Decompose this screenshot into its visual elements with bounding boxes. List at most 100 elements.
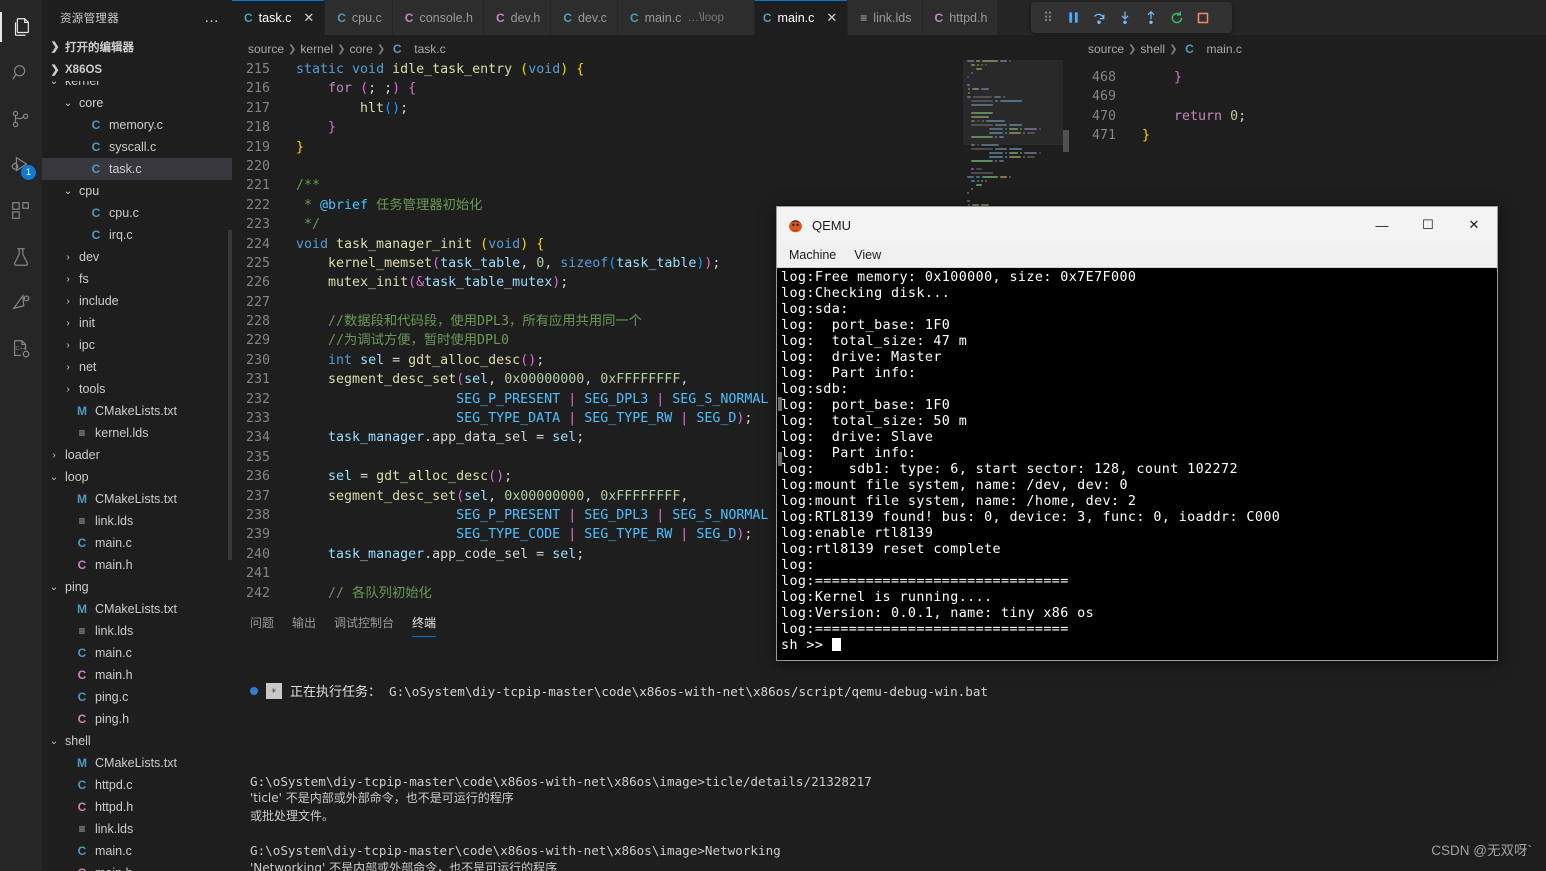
tree-item-dev[interactable]: › dev <box>42 246 232 268</box>
breadcrumb-segment[interactable]: shell <box>1140 42 1165 56</box>
qemu-menu-view[interactable]: View <box>854 248 881 262</box>
tree-item-init[interactable]: › init <box>42 312 232 334</box>
tree-item-loader[interactable]: › loader <box>42 444 232 466</box>
editor-tab-task-c[interactable]: Ctask.c ✕ <box>232 0 326 35</box>
editor-tab-console-h[interactable]: Cconsole.h <box>392 0 484 35</box>
tree-item-ipc[interactable]: › ipc <box>42 334 232 356</box>
terminal-output[interactable]: ✳ 正在执行任务： G:\oSystem\diy-tcpip-master\co… <box>232 640 1546 871</box>
tree-item-main-c[interactable]: Cmain.c <box>42 642 232 664</box>
tree-item-include[interactable]: › include <box>42 290 232 312</box>
qemu-console-screen[interactable]: log:Free memory: 0x100000, size: 0x7E7F0… <box>777 268 1497 659</box>
minimap-token <box>995 160 998 162</box>
maximize-button[interactable]: ☐ <box>1405 207 1451 243</box>
panel-tab-问题[interactable]: 问题 <box>250 605 274 640</box>
tree-item-memory-c[interactable]: Cmemory.c <box>42 114 232 136</box>
minimap-slider[interactable] <box>963 60 1063 145</box>
pause-button[interactable] <box>1061 6 1085 30</box>
stop-button[interactable] <box>1191 6 1215 30</box>
tree-item-ping-h[interactable]: Cping.h <box>42 708 232 730</box>
restart-button[interactable] <box>1165 6 1189 30</box>
tree-item-tools[interactable]: › tools <box>42 378 232 400</box>
activity-item-search[interactable] <box>0 50 42 96</box>
breadcrumb-segment[interactable]: task.c <box>414 42 445 56</box>
editor-tab-dev-h[interactable]: Cdev.h <box>483 0 552 35</box>
tree-item-ping-c[interactable]: Cping.c <box>42 686 232 708</box>
tree-item-loop[interactable]: ⌄ loop <box>42 466 232 488</box>
qemu-menu-machine[interactable]: Machine <box>789 248 836 262</box>
sidebar-section-open-editors[interactable]: ❯ 打开的编辑器 <box>42 35 232 58</box>
code-token: for <box>328 81 361 97</box>
code-token: { <box>408 81 417 97</box>
activity-item-extensions[interactable] <box>0 188 42 234</box>
breadcrumb-segment[interactable]: source <box>1088 42 1124 56</box>
tree-item-cmakelists-txt[interactable]: M CMakeLists.txt <box>42 598 232 620</box>
qemu-titlebar[interactable]: QEMU — ☐ ✕ <box>777 207 1497 243</box>
qemu-window[interactable]: QEMU — ☐ ✕ Machine View log:Free memory: … <box>776 206 1498 661</box>
code-token: , <box>488 488 505 504</box>
step-out-button[interactable] <box>1139 6 1163 30</box>
panel-tab-输出[interactable]: 输出 <box>292 605 316 640</box>
step-into-button[interactable] <box>1113 6 1137 30</box>
breadcrumb-segment[interactable]: core <box>350 42 373 56</box>
code-token: SEG_TYPE_RW <box>584 411 673 427</box>
tab-label: cpu.c <box>351 10 382 25</box>
editor-tabs: Ctask.c ✕ Ccpu.c Cconsole.h Cdev.h Cdev.c Cmai… <box>232 0 1546 35</box>
tree-item-task-c[interactable]: Ctask.c <box>42 158 232 180</box>
tab-close-icon[interactable]: ✕ <box>826 10 837 26</box>
tree-item-main-h[interactable]: Cmain.h <box>42 554 232 576</box>
editor-scrollbar[interactable] <box>1063 130 1069 152</box>
tree-item-main-h[interactable]: Cmain.h <box>42 664 232 686</box>
breadcrumb-segment[interactable]: source <box>248 42 284 56</box>
tree-item-cmakelists-txt[interactable]: M CMakeLists.txt <box>42 752 232 774</box>
editor-tab-httpd-h[interactable]: Chttpd.h <box>922 0 999 35</box>
tree-item-net[interactable]: › net <box>42 356 232 378</box>
editor-tab-link-lds[interactable]: ≡ link.lds <box>848 0 923 35</box>
tree-item-irq-c[interactable]: Cirq.c <box>42 224 232 246</box>
code-token: SEG_DPL3 <box>584 507 649 523</box>
tree-item-httpd-c[interactable]: Chttpd.c <box>42 774 232 796</box>
panel-tab-调试控制台[interactable]: 调试控制台 <box>334 605 394 640</box>
activity-item-run-debug[interactable]: 1 <box>0 142 42 188</box>
tree-item-fs[interactable]: › fs <box>42 268 232 290</box>
tree-item-cpu[interactable]: ⌄ cpu <box>42 180 232 202</box>
editor-tab-dev-c[interactable]: Cdev.c <box>551 0 618 35</box>
activity-item-cpp-tools[interactable]: C++ <box>0 326 42 372</box>
remote-explorer-icon <box>12 294 30 310</box>
activity-item-explorer[interactable] <box>0 4 42 50</box>
breadcrumb-segment[interactable]: kernel <box>300 42 333 56</box>
tab-close-icon[interactable]: ✕ <box>303 10 314 26</box>
close-button[interactable]: ✕ <box>1451 207 1497 243</box>
tree-item-link-lds[interactable]: ≡ link.lds <box>42 818 232 840</box>
activity-item-source-control[interactable] <box>0 96 42 142</box>
tree-item-syscall-c[interactable]: Csyscall.c <box>42 136 232 158</box>
step-over-button[interactable] <box>1087 6 1111 30</box>
tree-item-main-c[interactable]: Cmain.c <box>42 532 232 554</box>
tree-item-main-h[interactable]: Cmain.h <box>42 862 232 871</box>
drag-handle-icon[interactable]: ⠿ <box>1035 6 1059 30</box>
tree-item-link-lds[interactable]: ≡ link.lds <box>42 620 232 642</box>
tree-item-cmakelists-txt[interactable]: M CMakeLists.txt <box>42 488 232 510</box>
sidebar-section-workspace[interactable]: ❯ X86OS <box>42 58 232 81</box>
tree-item-httpd-h[interactable]: Chttpd.h <box>42 796 232 818</box>
tree-item-link-lds[interactable]: ≡ link.lds <box>42 510 232 532</box>
sidebar-more-actions-icon[interactable]: … <box>204 9 220 26</box>
activity-item-remote-explorer[interactable] <box>0 280 42 326</box>
editor-tab-main-c[interactable]: Cmain.c …\loop <box>617 0 755 35</box>
panel-tab-终端[interactable]: 终端 <box>412 605 437 640</box>
editor-tab-main-c[interactable]: Cmain.c ✕ <box>754 0 849 35</box>
tree-item-core[interactable]: ⌄ core <box>42 92 232 114</box>
tree-item-ping[interactable]: ⌄ ping <box>42 576 232 598</box>
tree-item-main-c[interactable]: Cmain.c <box>42 840 232 862</box>
tree-item-shell[interactable]: ⌄ shell <box>42 730 232 752</box>
tree-item-cpu-c[interactable]: Ccpu.c <box>42 202 232 224</box>
editor-tab-cpu-c[interactable]: Ccpu.c <box>325 0 393 35</box>
activity-item-testing[interactable] <box>0 234 42 280</box>
tree-item-kernel[interactable]: ⌄ kernel <box>42 81 232 92</box>
breadcrumb-segment[interactable]: main.c <box>1207 42 1242 56</box>
code-token: SEG_TYPE_DATA <box>456 411 561 427</box>
tree-item-kernel-lds[interactable]: ≡ kernel.lds <box>42 422 232 444</box>
tree-item-cmakelists-txt[interactable]: M CMakeLists.txt <box>42 400 232 422</box>
minimize-button[interactable]: — <box>1359 207 1405 243</box>
tree-item-label: httpd.h <box>95 800 134 814</box>
